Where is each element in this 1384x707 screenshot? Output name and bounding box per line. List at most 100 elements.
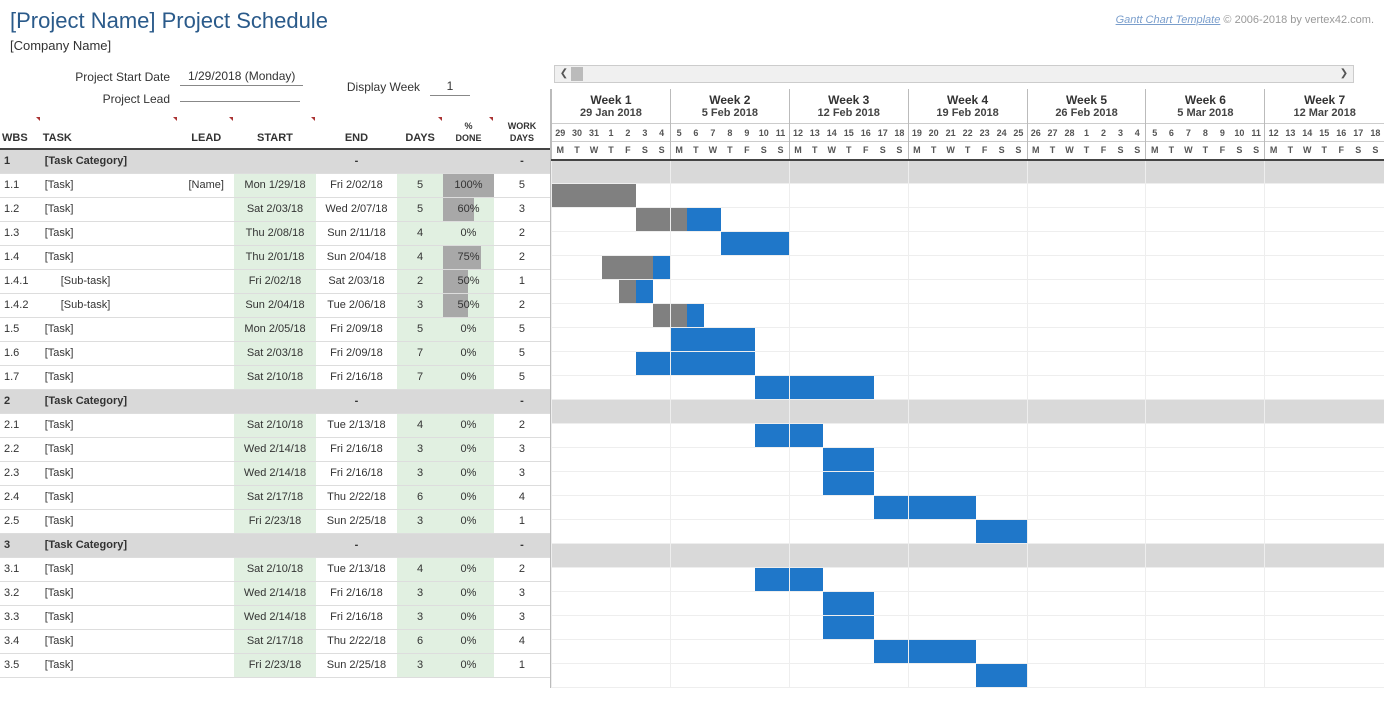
gantt-row — [552, 184, 1384, 208]
task-row[interactable]: 2.1[Task]Sat 2/10/18Tue 2/13/1840%2 — [0, 413, 550, 437]
week-date: 12 Mar 2018 — [1265, 107, 1384, 124]
day-number: 5 — [1146, 124, 1163, 142]
gantt-row — [552, 592, 1384, 616]
task-row[interactable]: 1.5[Task]Mon 2/05/18Fri 2/09/1850%5 — [0, 317, 550, 341]
day-number: 1 — [1078, 124, 1095, 142]
col-wbs[interactable]: WBS — [0, 116, 41, 149]
day-letter: S — [891, 142, 908, 160]
task-row[interactable]: 3.4[Task]Sat 2/17/18Thu 2/22/1860%4 — [0, 629, 550, 653]
task-row[interactable]: 3.3[Task]Wed 2/14/18Fri 2/16/1830%3 — [0, 605, 550, 629]
page-title: [Project Name] Project Schedule — [10, 8, 328, 34]
day-letter: W — [704, 142, 721, 160]
display-week-label: Display Week — [330, 80, 430, 94]
day-number: 2 — [1095, 124, 1112, 142]
day-letter: M — [1146, 142, 1163, 160]
task-row[interactable]: 1.6[Task]Sat 2/03/18Fri 2/09/1870%5 — [0, 341, 550, 365]
gantt-row — [552, 256, 1384, 280]
day-letter: W — [823, 142, 840, 160]
col-work-days[interactable]: WORKDAYS — [494, 116, 550, 149]
week-header: Week 2 — [670, 89, 789, 107]
day-letter: W — [585, 142, 602, 160]
day-number: 18 — [891, 124, 908, 142]
task-table: WBS TASK LEAD START END DAYS %DONE WORKD… — [0, 116, 550, 678]
day-letter: T — [568, 142, 585, 160]
day-letter: S — [1367, 142, 1384, 160]
day-number: 19 — [908, 124, 925, 142]
day-number: 13 — [1282, 124, 1299, 142]
week-date: 29 Jan 2018 — [552, 107, 671, 124]
day-number: 21 — [942, 124, 959, 142]
day-number: 8 — [721, 124, 738, 142]
week-header: Week 1 — [552, 89, 671, 107]
day-letter: F — [738, 142, 755, 160]
template-link[interactable]: Gantt Chart Template — [1116, 14, 1221, 26]
day-number: 28 — [1061, 124, 1078, 142]
category-row[interactable]: 3[Task Category]-- — [0, 533, 550, 557]
day-letter: T — [1044, 142, 1061, 160]
day-letter: S — [1112, 142, 1129, 160]
task-row[interactable]: 1.4.2[Sub-task]Sun 2/04/18Tue 2/06/18350… — [0, 293, 550, 317]
task-row[interactable]: 1.1[Task][Name]Mon 1/29/18Fri 2/02/18510… — [0, 173, 550, 197]
day-number: 5 — [670, 124, 687, 142]
day-number: 30 — [568, 124, 585, 142]
gantt-row — [552, 232, 1384, 256]
display-week-value[interactable]: 1 — [430, 77, 470, 96]
day-number: 22 — [959, 124, 976, 142]
day-number: 9 — [738, 124, 755, 142]
day-letter: S — [755, 142, 772, 160]
day-number: 13 — [806, 124, 823, 142]
task-row[interactable]: 3.2[Task]Wed 2/14/18Fri 2/16/1830%3 — [0, 581, 550, 605]
day-letter: S — [993, 142, 1010, 160]
col-start[interactable]: START — [234, 116, 315, 149]
day-letter: M — [789, 142, 806, 160]
timeline-scrollbar[interactable]: ❮ ❯ — [554, 65, 1354, 83]
task-row[interactable]: 2.5[Task]Fri 2/23/18Sun 2/25/1830%1 — [0, 509, 550, 533]
day-letter: S — [874, 142, 891, 160]
day-number: 17 — [874, 124, 891, 142]
task-row[interactable]: 3.1[Task]Sat 2/10/18Tue 2/13/1840%2 — [0, 557, 550, 581]
project-lead-label: Project Lead — [0, 92, 180, 106]
col-end[interactable]: END — [316, 116, 397, 149]
day-letter: F — [857, 142, 874, 160]
col-days[interactable]: DAYS — [397, 116, 443, 149]
gantt-row — [552, 448, 1384, 472]
week-header: Week 3 — [789, 89, 908, 107]
day-letter: M — [552, 142, 569, 160]
day-letter: T — [1282, 142, 1299, 160]
col-pct-done[interactable]: %DONE — [443, 116, 494, 149]
gantt-chart: Week 1Week 2Week 3Week 4Week 5Week 6Week… — [551, 89, 1384, 688]
day-number: 12 — [1265, 124, 1282, 142]
task-row[interactable]: 1.7[Task]Sat 2/10/18Fri 2/16/1870%5 — [0, 365, 550, 389]
day-number: 27 — [1044, 124, 1061, 142]
gantt-row — [552, 544, 1384, 568]
day-number: 25 — [1010, 124, 1027, 142]
scroll-right-icon[interactable]: ❯ — [1335, 66, 1353, 82]
col-lead[interactable]: LEAD — [178, 116, 234, 149]
task-row[interactable]: 1.2[Task]Sat 2/03/18Wed 2/07/18560%3 — [0, 197, 550, 221]
day-letter: T — [687, 142, 704, 160]
day-number: 7 — [704, 124, 721, 142]
col-task[interactable]: TASK — [41, 116, 179, 149]
category-row[interactable]: 1[Task Category]-- — [0, 149, 550, 173]
day-number: 15 — [1316, 124, 1333, 142]
day-number: 3 — [636, 124, 653, 142]
scroll-handle[interactable] — [571, 67, 583, 81]
task-row[interactable]: 2.4[Task]Sat 2/17/18Thu 2/22/1860%4 — [0, 485, 550, 509]
project-lead-value[interactable] — [180, 97, 300, 102]
task-row[interactable]: 3.5[Task]Fri 2/23/18Sun 2/25/1830%1 — [0, 653, 550, 677]
day-letter: M — [670, 142, 687, 160]
project-start-label: Project Start Date — [0, 70, 180, 84]
day-letter: S — [772, 142, 789, 160]
project-start-value[interactable]: 1/29/2018 (Monday) — [180, 67, 303, 86]
task-row[interactable]: 2.2[Task]Wed 2/14/18Fri 2/16/1830%3 — [0, 437, 550, 461]
task-row[interactable]: 1.4.1[Sub-task]Fri 2/02/18Sat 2/03/18250… — [0, 269, 550, 293]
task-row[interactable]: 2.3[Task]Wed 2/14/18Fri 2/16/1830%3 — [0, 461, 550, 485]
day-number: 6 — [687, 124, 704, 142]
task-row[interactable]: 1.3[Task]Thu 2/08/18Sun 2/11/1840%2 — [0, 221, 550, 245]
task-row[interactable]: 1.4[Task]Thu 2/01/18Sun 2/04/18475%2 — [0, 245, 550, 269]
day-letter: S — [1350, 142, 1367, 160]
gantt-row — [552, 208, 1384, 232]
day-number: 20 — [925, 124, 942, 142]
gantt-row — [552, 616, 1384, 640]
category-row[interactable]: 2[Task Category]-- — [0, 389, 550, 413]
